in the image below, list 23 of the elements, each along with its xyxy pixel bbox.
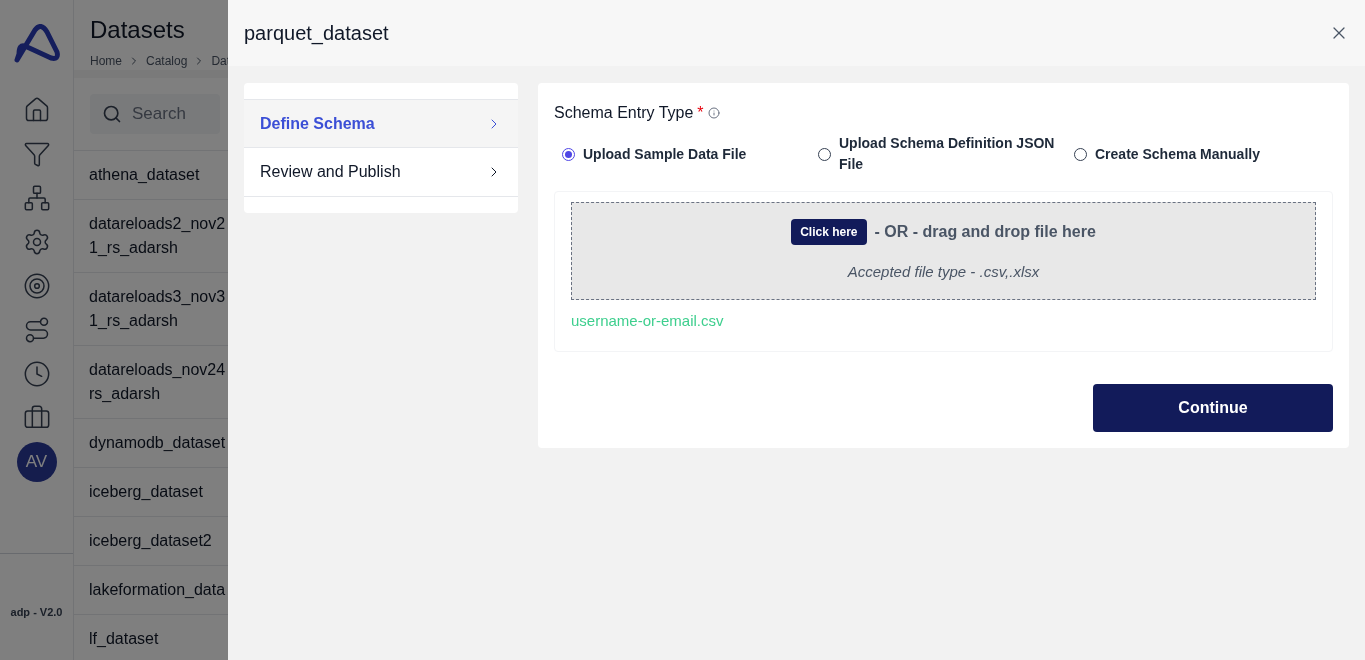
info-icon — [707, 107, 720, 119]
dropzone[interactable]: Click here - OR - drag and drop file here Accepted file type - .csv,.xlsx — [571, 202, 1316, 300]
drawer-title: parquet_dataset — [244, 21, 389, 47]
radio-label[interactable]: Upload Schema Definition JSON File — [839, 133, 1069, 175]
radio-label[interactable]: Create Schema Manually — [1095, 143, 1324, 165]
breadcrumb-link[interactable]: Catalog — [146, 52, 188, 70]
click-here-button[interactable]: Click here — [791, 218, 867, 245]
required-mark: * — [697, 103, 704, 123]
page-title: Datasets — [90, 15, 185, 45]
dropzone-text: - OR - drag and drop file here — [874, 221, 1096, 242]
continue-button[interactable]: Continue — [1093, 383, 1333, 432]
step-tab[interactable]: Define Schema — [244, 99, 518, 148]
accepted-types-hint: Accepted file type - .csv,.xlsx — [847, 261, 1040, 282]
step-tab[interactable]: Review and Publish — [244, 148, 518, 197]
search-icon — [102, 104, 122, 124]
avatar[interactable]: AV — [16, 442, 57, 482]
filter-icon[interactable] — [22, 140, 51, 168]
nodes-icon[interactable] — [22, 184, 51, 212]
clock-icon[interactable] — [22, 360, 51, 388]
version-label: adp - V2.0 — [10, 604, 63, 620]
field-label: Schema Entry Type — [554, 103, 694, 123]
breadcrumb-link[interactable]: Home — [90, 52, 122, 70]
radio-label[interactable]: Upload Sample Data File — [583, 143, 813, 165]
